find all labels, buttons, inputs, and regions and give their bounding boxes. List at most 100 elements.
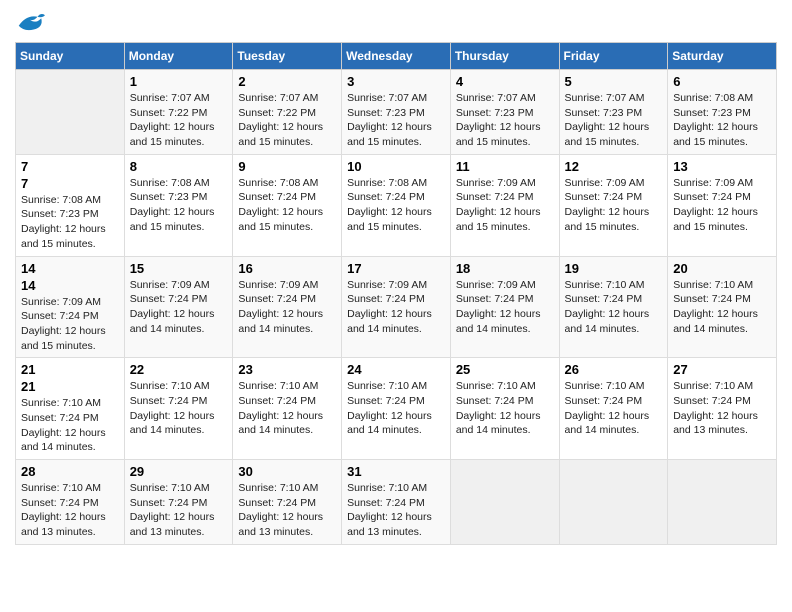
- day-number: 9: [238, 159, 336, 174]
- day-info: Sunrise: 7:08 AM Sunset: 7:23 PM Dayligh…: [21, 193, 119, 252]
- calendar-cell: 19 Sunrise: 7:10 AM Sunset: 7:24 PM Dayli…: [559, 256, 668, 358]
- weekday-header-tuesday: Tuesday: [233, 43, 342, 70]
- calendar-cell: 22 Sunrise: 7:10 AM Sunset: 7:24 PM Dayli…: [124, 358, 233, 460]
- day-info: Sunrise: 7:10 AM Sunset: 7:24 PM Dayligh…: [565, 278, 663, 337]
- day-info: Sunrise: 7:07 AM Sunset: 7:23 PM Dayligh…: [565, 91, 663, 150]
- calendar-cell: 23 Sunrise: 7:10 AM Sunset: 7:24 PM Dayli…: [233, 358, 342, 460]
- day-info: Sunrise: 7:10 AM Sunset: 7:24 PM Dayligh…: [21, 481, 119, 540]
- calendar-cell: [450, 460, 559, 545]
- day-number: 14: [21, 261, 119, 276]
- day-number: 12: [565, 159, 663, 174]
- day-info: Sunrise: 7:07 AM Sunset: 7:22 PM Dayligh…: [238, 91, 336, 150]
- day-info: Sunrise: 7:10 AM Sunset: 7:24 PM Dayligh…: [130, 379, 228, 438]
- day-info: Sunrise: 7:08 AM Sunset: 7:24 PM Dayligh…: [347, 176, 445, 235]
- calendar-cell: 6 Sunrise: 7:08 AM Sunset: 7:23 PM Daylig…: [668, 70, 777, 155]
- day-info: Sunrise: 7:07 AM Sunset: 7:23 PM Dayligh…: [456, 91, 554, 150]
- day-info: Sunrise: 7:10 AM Sunset: 7:24 PM Dayligh…: [238, 481, 336, 540]
- day-info: Sunrise: 7:09 AM Sunset: 7:24 PM Dayligh…: [456, 176, 554, 235]
- day-number: 7: [21, 159, 119, 174]
- day-info: Sunrise: 7:10 AM Sunset: 7:24 PM Dayligh…: [565, 379, 663, 438]
- day-number: 24: [347, 362, 445, 377]
- day-info: Sunrise: 7:09 AM Sunset: 7:24 PM Dayligh…: [21, 295, 119, 354]
- calendar-cell: 3 Sunrise: 7:07 AM Sunset: 7:23 PM Daylig…: [342, 70, 451, 155]
- calendar-cell: 24 Sunrise: 7:10 AM Sunset: 7:24 PM Dayli…: [342, 358, 451, 460]
- day-info: Sunrise: 7:09 AM Sunset: 7:24 PM Dayligh…: [673, 176, 771, 235]
- day-number: 27: [673, 362, 771, 377]
- calendar-week-3: 14 14 Sunrise: 7:09 AM Sunset: 7:24 PM Day…: [16, 256, 777, 358]
- calendar-cell: 28 Sunrise: 7:10 AM Sunset: 7:24 PM Dayli…: [16, 460, 125, 545]
- day-info: Sunrise: 7:08 AM Sunset: 7:24 PM Dayligh…: [238, 176, 336, 235]
- calendar-cell: 16 Sunrise: 7:09 AM Sunset: 7:24 PM Dayli…: [233, 256, 342, 358]
- calendar-cell: 25 Sunrise: 7:10 AM Sunset: 7:24 PM Dayli…: [450, 358, 559, 460]
- day-info: Sunrise: 7:07 AM Sunset: 7:23 PM Dayligh…: [347, 91, 445, 150]
- calendar-cell: 20Sunrise: 7:10 AM Sunset: 7:24 PM Dayli…: [668, 256, 777, 358]
- day-number: 23: [238, 362, 336, 377]
- day-number: 16: [238, 261, 336, 276]
- day-info: Sunrise: 7:10 AM Sunset: 7:24 PM Dayligh…: [673, 379, 771, 438]
- day-info: Sunrise: 7:09 AM Sunset: 7:24 PM Dayligh…: [565, 176, 663, 235]
- calendar-cell: 2121Sunrise: 7:10 AM Sunset: 7:24 PM Day…: [16, 358, 125, 460]
- day-number: 10: [347, 159, 445, 174]
- weekday-header-sunday: Sunday: [16, 43, 125, 70]
- day-number: 4: [456, 74, 554, 89]
- day-info: Sunrise: 7:08 AM Sunset: 7:23 PM Dayligh…: [673, 91, 771, 150]
- day-info: Sunrise: 7:08 AM Sunset: 7:23 PM Dayligh…: [130, 176, 228, 235]
- calendar-cell: 1 Sunrise: 7:07 AM Sunset: 7:22 PM Daylig…: [124, 70, 233, 155]
- day-info: Sunrise: 7:10 AM Sunset: 7:24 PM Dayligh…: [238, 379, 336, 438]
- day-number: 7: [21, 176, 119, 191]
- calendar-cell: 17Sunrise: 7:09 AM Sunset: 7:24 PM Dayli…: [342, 256, 451, 358]
- day-number: 5: [565, 74, 663, 89]
- day-info: Sunrise: 7:10 AM Sunset: 7:24 PM Dayligh…: [21, 396, 119, 455]
- calendar-cell: 9 Sunrise: 7:08 AM Sunset: 7:24 PM Daylig…: [233, 154, 342, 256]
- logo: [15, 10, 49, 34]
- weekday-header-monday: Monday: [124, 43, 233, 70]
- day-number: 19: [565, 261, 663, 276]
- calendar-cell: 31 Sunrise: 7:10 AM Sunset: 7:24 PM Dayli…: [342, 460, 451, 545]
- day-info: Sunrise: 7:09 AM Sunset: 7:24 PM Dayligh…: [456, 278, 554, 337]
- calendar-cell: 4 Sunrise: 7:07 AM Sunset: 7:23 PM Daylig…: [450, 70, 559, 155]
- calendar-cell: 10 Sunrise: 7:08 AM Sunset: 7:24 PM Dayli…: [342, 154, 451, 256]
- day-info: Sunrise: 7:07 AM Sunset: 7:22 PM Dayligh…: [130, 91, 228, 150]
- calendar-week-4: 2121Sunrise: 7:10 AM Sunset: 7:24 PM Day…: [16, 358, 777, 460]
- weekday-header-wednesday: Wednesday: [342, 43, 451, 70]
- day-number: 6: [673, 74, 771, 89]
- weekday-header-friday: Friday: [559, 43, 668, 70]
- day-number: 26: [565, 362, 663, 377]
- day-info: Sunrise: 7:10 AM Sunset: 7:24 PM Dayligh…: [456, 379, 554, 438]
- day-number: 31: [347, 464, 445, 479]
- calendar-cell: 11 Sunrise: 7:09 AM Sunset: 7:24 PM Dayli…: [450, 154, 559, 256]
- day-info: Sunrise: 7:10 AM Sunset: 7:24 PM Dayligh…: [347, 379, 445, 438]
- day-number: 28: [21, 464, 119, 479]
- calendar-cell: 5 Sunrise: 7:07 AM Sunset: 7:23 PM Daylig…: [559, 70, 668, 155]
- calendar-week-1: 1 Sunrise: 7:07 AM Sunset: 7:22 PM Daylig…: [16, 70, 777, 155]
- day-number: 3: [347, 74, 445, 89]
- calendar-week-2: 7 7 Sunrise: 7:08 AM Sunset: 7:23 PM Dayli…: [16, 154, 777, 256]
- calendar-cell: [16, 70, 125, 155]
- day-info: Sunrise: 7:09 AM Sunset: 7:24 PM Dayligh…: [130, 278, 228, 337]
- calendar-table: SundayMondayTuesdayWednesdayThursdayFrid…: [15, 42, 777, 545]
- calendar-cell: 13Sunrise: 7:09 AM Sunset: 7:24 PM Dayli…: [668, 154, 777, 256]
- calendar-cell: 29Sunrise: 7:10 AM Sunset: 7:24 PM Dayli…: [124, 460, 233, 545]
- calendar-cell: 12 Sunrise: 7:09 AM Sunset: 7:24 PM Dayli…: [559, 154, 668, 256]
- page-header: [15, 10, 777, 34]
- day-number: 14: [21, 278, 119, 293]
- day-info: Sunrise: 7:09 AM Sunset: 7:24 PM Dayligh…: [347, 278, 445, 337]
- calendar-cell: 7 7 Sunrise: 7:08 AM Sunset: 7:23 PM Dayli…: [16, 154, 125, 256]
- calendar-cell: [668, 460, 777, 545]
- calendar-cell: [559, 460, 668, 545]
- day-number: 1: [130, 74, 228, 89]
- day-number: 25: [456, 362, 554, 377]
- logo-bird-icon: [15, 10, 45, 34]
- calendar-cell: 2 Sunrise: 7:07 AM Sunset: 7:22 PM Daylig…: [233, 70, 342, 155]
- day-number: 11: [456, 159, 554, 174]
- day-number: 21: [21, 362, 119, 377]
- day-number: 2: [238, 74, 336, 89]
- day-info: Sunrise: 7:10 AM Sunset: 7:24 PM Dayligh…: [130, 481, 228, 540]
- day-number: 18: [456, 261, 554, 276]
- calendar-cell: 15Sunrise: 7:09 AM Sunset: 7:24 PM Dayli…: [124, 256, 233, 358]
- day-info: Sunrise: 7:10 AM Sunset: 7:24 PM Dayligh…: [347, 481, 445, 540]
- day-info: Sunrise: 7:09 AM Sunset: 7:24 PM Dayligh…: [238, 278, 336, 337]
- day-number: 8: [130, 159, 228, 174]
- weekday-header-row: SundayMondayTuesdayWednesdayThursdayFrid…: [16, 43, 777, 70]
- day-number: 22: [130, 362, 228, 377]
